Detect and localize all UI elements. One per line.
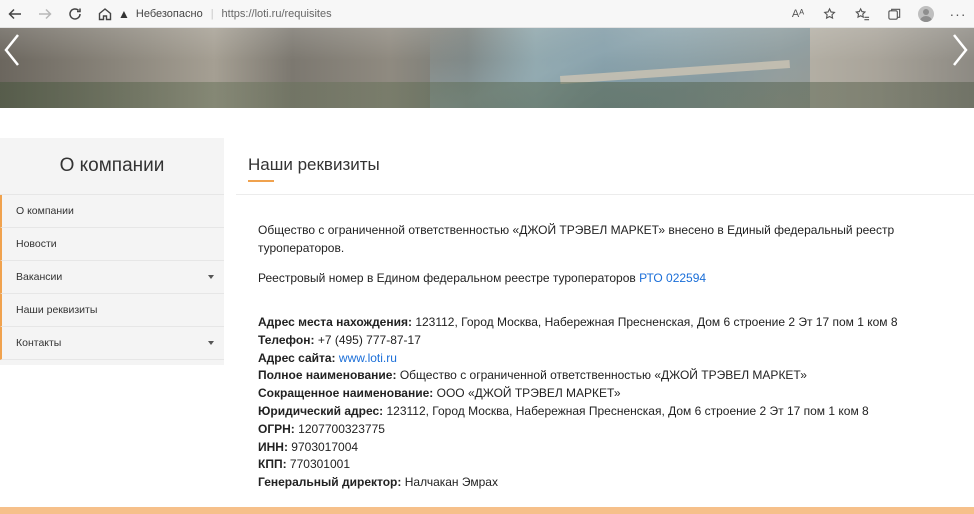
read-aloud-button[interactable]: Aᴬ [782, 0, 814, 28]
detail-inn: ИНН: 9703017004 [258, 438, 958, 456]
sidebar: О компании О компании Новости Вакансии Н… [0, 138, 224, 365]
detail-director: Генеральный директор: Налчакан Эмрах [258, 473, 958, 491]
add-favorite-button[interactable] [814, 0, 846, 28]
detail-label: ИНН: [258, 439, 288, 454]
detail-ogrn: ОГРН: 1207700323775 [258, 420, 958, 438]
read-aloud-icon: Aᴬ [791, 8, 805, 20]
sidebar-item-news[interactable]: Новости [0, 228, 224, 261]
detail-value: 9703017004 [291, 439, 359, 454]
reload-icon [69, 7, 81, 20]
back-button[interactable] [0, 0, 30, 28]
sidebar-item-about[interactable]: О компании [0, 195, 224, 228]
favorites-button[interactable] [846, 0, 878, 28]
browser-toolbar: ▲ Небезопасно | https://loti.ru/requisit… [0, 0, 974, 28]
arrow-right-icon [39, 8, 52, 19]
detail-label: КПП: [258, 457, 287, 472]
intro-paragraph: Общество с ограниченной ответственностью… [258, 223, 895, 255]
detail-label: Адрес сайта: [258, 350, 336, 365]
collections-button[interactable] [878, 0, 910, 28]
caret-down-icon [208, 341, 214, 345]
website-link[interactable]: www.loti.ru [339, 351, 397, 365]
hero-trees-shape [0, 82, 974, 108]
warning-icon: ▲ [118, 7, 130, 21]
sidebar-item-requisites[interactable]: Наши реквизиты [0, 294, 224, 327]
slider-prev-button[interactable] [0, 28, 24, 72]
detail-value: Налчакан Эмрах [404, 475, 498, 490]
registry-text: Реестровый номер в Едином федеральном ре… [258, 271, 636, 285]
detail-short-name: Сокращенное наименование: ООО «ДЖОЙ ТРЭВ… [258, 384, 958, 402]
collections-icon [887, 8, 900, 20]
detail-legal-address: Юридический адрес: 123112, Город Москва,… [258, 402, 958, 420]
detail-website: Адрес сайта: www.loti.ru [258, 349, 958, 367]
security-label: Небезопасно [135, 8, 203, 20]
more-icon: ··· [949, 6, 967, 22]
address-separator: | [210, 8, 214, 20]
sidebar-item-label: Новости [16, 238, 57, 250]
detail-label: Телефон: [258, 332, 315, 347]
browser-actions: Aᴬ ··· [782, 0, 974, 28]
detail-value: 123112, Город Москва, Набережная Преснен… [415, 315, 898, 329]
detail-label: Адрес места нахождения: [258, 315, 412, 329]
title-underline [248, 180, 274, 182]
forward-button[interactable] [30, 0, 60, 28]
star-plus-icon [822, 7, 836, 19]
profile-button[interactable] [910, 0, 942, 28]
detail-label: Полное наименование: [258, 368, 397, 383]
sidebar-menu: О компании Новости Вакансии Наши реквизи… [0, 195, 224, 360]
home-button[interactable] [90, 0, 120, 28]
sidebar-item-vacancies[interactable]: Вакансии [0, 261, 224, 294]
settings-menu-button[interactable]: ··· [942, 0, 974, 28]
detail-label: Юридический адрес: [258, 403, 384, 418]
detail-value: 770301001 [289, 457, 350, 472]
arrow-left-icon [8, 8, 21, 19]
requisites-content: Общество с ограниченной ответственностью… [258, 221, 958, 491]
detail-value: Общество с ограниченной ответственностью… [399, 368, 807, 383]
detail-label: Генеральный директор: [258, 475, 402, 490]
detail-value: 123112, Город Москва, Набережная Преснен… [386, 403, 869, 418]
slider-next-button[interactable] [948, 28, 972, 72]
caret-down-icon [208, 275, 214, 279]
detail-value: ООО «ДЖОЙ ТРЭВЕЛ МАРКЕТ» [436, 386, 621, 401]
chevron-right-icon [953, 34, 968, 66]
page-title: Наши реквизиты [248, 155, 380, 174]
registry-paragraph: Реестровый номер в Едином федеральном ре… [258, 269, 958, 287]
chevron-left-icon [4, 34, 19, 66]
sidebar-title: О компании [0, 138, 224, 195]
hero-banner [0, 28, 974, 108]
sidebar-item-contacts[interactable]: Контакты [0, 327, 224, 360]
footer-bar [0, 507, 974, 514]
home-icon [98, 7, 112, 20]
address-bar[interactable]: ▲ Небезопасно | https://loti.ru/requisit… [118, 3, 808, 25]
sidebar-item-label: Вакансии [16, 271, 63, 283]
detail-phone: Телефон: +7 (495) 777-87-17 [258, 331, 958, 349]
company-details: Адрес места нахождения: 123112, Город Мо… [258, 313, 958, 491]
detail-label: ОГРН: [258, 421, 295, 436]
title-divider [236, 194, 974, 195]
favorites-icon [854, 7, 869, 20]
detail-label: Сокращенное наименование: [258, 386, 434, 401]
avatar [918, 6, 934, 22]
sidebar-item-label: Контакты [16, 337, 62, 349]
sidebar-item-label: О компании [16, 205, 74, 217]
registry-number-link[interactable]: РТО 022594 [639, 271, 706, 285]
detail-full-name: Полное наименование: Общество с ограниче… [258, 366, 958, 384]
detail-kpp: КПП: 770301001 [258, 455, 958, 473]
detail-value: +7 (495) 777-87-17 [317, 332, 421, 347]
url-text: https://loti.ru/requisites [221, 8, 332, 20]
detail-value: 1207700323775 [298, 421, 385, 436]
sidebar-item-label: Наши реквизиты [16, 304, 98, 316]
detail-address: Адрес места нахождения: 123112, Город Мо… [258, 313, 958, 331]
reload-button[interactable] [60, 0, 90, 28]
